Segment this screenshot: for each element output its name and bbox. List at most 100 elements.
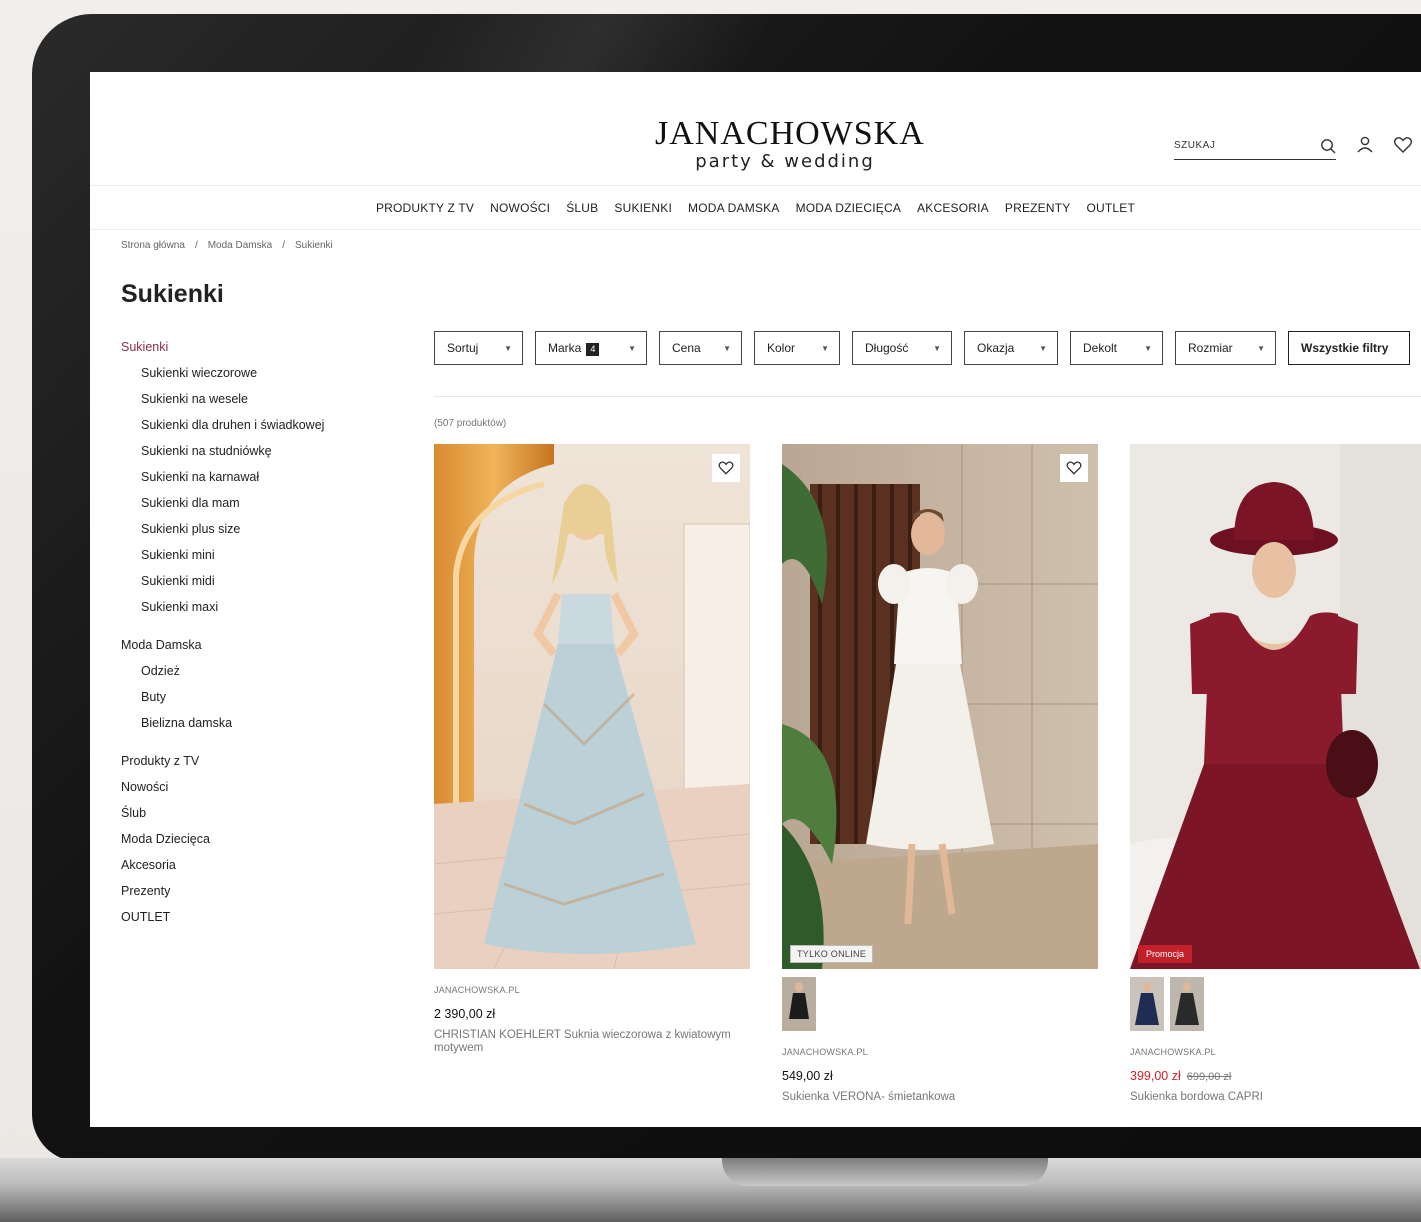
sidebar-item-moda-damska[interactable]: Moda Damska (121, 632, 381, 658)
product-brand: JANACHOWSKA.PL (1130, 1047, 1216, 1057)
product-photo-burgundy-dress (1130, 444, 1421, 969)
product-name[interactable]: CHRISTIAN KOEHLERT Suknia wieczorowa z k… (434, 1029, 750, 1055)
nav-slub[interactable]: ŚLUB (566, 201, 598, 215)
variant-navy-dress (1130, 977, 1164, 1031)
nav-moda-damska[interactable]: MODA DAMSKA (688, 201, 780, 215)
chevron-down-icon: ▼ (933, 343, 941, 353)
sale-price: 399,00 zł (1130, 1069, 1181, 1083)
product-price: 2 390,00 zł (434, 1007, 496, 1021)
filter-color[interactable]: Kolor ▼ (754, 331, 840, 365)
sidebar-item-sukienki-dla-druhen[interactable]: Sukienki dla druhen i świadkowej (121, 412, 381, 438)
sidebar-item-sukienki-wieczorowe[interactable]: Sukienki wieczorowe (121, 360, 381, 386)
chevron-down-icon: ▼ (723, 343, 731, 353)
wishlist-button[interactable] (1060, 454, 1088, 482)
search-icon[interactable] (1320, 138, 1336, 154)
filter-length[interactable]: Długość ▼ (852, 331, 952, 365)
wishlist-button[interactable] (712, 454, 740, 482)
filter-price[interactable]: Cena ▼ (659, 331, 742, 365)
user-icon[interactable] (1354, 134, 1376, 156)
filter-neckline[interactable]: Dekolt ▼ (1070, 331, 1163, 365)
variant-thumbnail[interactable] (1130, 977, 1164, 1031)
sidebar-item-sukienki[interactable]: Sukienki (121, 334, 381, 360)
product-card[interactable]: TYLKO ONLINE JANACHOWSKA.PL 549,00 zł Su… (782, 444, 1098, 1104)
all-filters-button[interactable]: Wszystkie filtry (1288, 331, 1410, 365)
breadcrumb: Strona główna / Moda Damska / Sukienki (121, 240, 333, 251)
filter-bar: Sortuj ▼ Marka 4 ▼ Cena ▼ Kolor ▼ Długość… (434, 331, 1410, 365)
breadcrumb-separator: / (194, 240, 198, 251)
color-variants (782, 977, 1098, 1031)
product-image[interactable]: TYLKO ONLINE (782, 444, 1098, 969)
sidebar-item-sukienki-mini[interactable]: Sukienki mini (121, 542, 381, 568)
filter-color-label: Kolor (767, 341, 796, 355)
sidebar-item-bielizna-damska[interactable]: Bielizna damska (121, 710, 381, 736)
variant-thumbnail[interactable] (782, 977, 816, 1031)
filter-size[interactable]: Rozmiar ▼ (1175, 331, 1276, 365)
sidebar-item-sukienki-na-studniowke[interactable]: Sukienki na studniówkę (121, 438, 381, 464)
sidebar-item-moda-dziecieca[interactable]: Moda Dziecięca (121, 826, 381, 852)
filter-brand[interactable]: Marka 4 ▼ (535, 331, 647, 365)
filter-brand-label: Marka 4 (548, 340, 600, 356)
nav-moda-dziecieca[interactable]: MODA DZIECIĘCA (796, 201, 901, 215)
heart-icon[interactable] (1392, 134, 1414, 156)
product-brand: JANACHOWSKA.PL (434, 985, 520, 995)
product-brand: JANACHOWSKA.PL (782, 1047, 868, 1057)
chevron-down-icon: ▼ (628, 343, 636, 353)
nav-prezenty[interactable]: PREZENTY (1005, 201, 1071, 215)
sidebar-item-sukienki-midi[interactable]: Sukienki midi (121, 568, 381, 594)
nav-produkty-z-tv[interactable]: PRODUKTY Z TV (376, 201, 474, 215)
nav-sukienki[interactable]: SUKIENKI (614, 201, 672, 215)
sidebar-item-odziez[interactable]: Odzież (121, 658, 381, 684)
sidebar-item-sukienki-plus-size[interactable]: Sukienki plus size (121, 516, 381, 542)
chevron-down-icon: ▼ (1144, 343, 1152, 353)
nav-akcesoria[interactable]: AKCESORIA (917, 201, 989, 215)
sidebar-item-prezenty[interactable]: Prezenty (121, 878, 381, 904)
laptop-notch (722, 1158, 1048, 1186)
site-logo[interactable]: JANACHOWSKA party & wedding (655, 116, 924, 172)
product-name[interactable]: Sukienka bordowa CAPRI (1130, 1091, 1421, 1104)
filter-size-label: Rozmiar (1188, 341, 1233, 355)
breadcrumb-home[interactable]: Strona główna (121, 240, 185, 251)
nav-outlet[interactable]: OUTLET (1086, 201, 1135, 215)
bezel-reflection (403, 14, 777, 72)
product-image[interactable] (434, 444, 750, 969)
filter-brand-count: 4 (586, 342, 600, 356)
promo-badge: Promocja (1138, 945, 1193, 963)
filter-sort-label: Sortuj (447, 341, 479, 355)
breadcrumb-separator: / (282, 240, 285, 251)
sidebar-item-sukienki-maxi[interactable]: Sukienki maxi (121, 594, 381, 620)
sidebar-item-sukienki-na-wesele[interactable]: Sukienki na wesele (121, 386, 381, 412)
nav-nowosci[interactable]: NOWOŚCI (490, 201, 550, 215)
online-only-badge: TYLKO ONLINE (790, 945, 874, 963)
sidebar-item-sukienki-dla-mam[interactable]: Sukienki dla mam (121, 490, 381, 516)
site-header: JANACHOWSKA party & wedding (90, 72, 1421, 186)
variant-dark-dress (1170, 977, 1204, 1031)
product-image[interactable]: Promocja (1130, 444, 1421, 969)
search-box (1174, 132, 1336, 160)
variant-thumbnail[interactable] (1170, 977, 1204, 1031)
product-price: 399,00 zł 699,00 zł (1130, 1069, 1421, 1083)
product-card[interactable]: JANACHOWSKA.PL 2 390,00 zł CHRISTIAN KOE… (434, 444, 750, 1055)
filter-sort[interactable]: Sortuj ▼ (434, 331, 523, 365)
filter-occasion[interactable]: Okazja ▼ (964, 331, 1058, 365)
chevron-down-icon: ▼ (504, 343, 512, 353)
filter-neckline-label: Dekolt (1083, 341, 1118, 355)
variant-black-dress (782, 977, 816, 1031)
sidebar-item-sukienki-na-karnawal[interactable]: Sukienki na karnawał (121, 464, 381, 490)
laptop-base (0, 1158, 1421, 1222)
sidebar-item-produkty-z-tv[interactable]: Produkty z TV (121, 748, 381, 774)
breadcrumb-moda-damska[interactable]: Moda Damska (208, 240, 272, 251)
browser-screen: JANACHOWSKA party & wedding PRODUKTY Z T… (90, 72, 1421, 1127)
product-photo-white-dress (782, 444, 1098, 969)
sidebar-item-nowosci[interactable]: Nowości (121, 774, 381, 800)
filter-brand-text: Marka (548, 340, 582, 355)
sidebar-item-slub[interactable]: Ślub (121, 800, 381, 826)
sidebar-item-outlet[interactable]: OUTLET (121, 904, 381, 930)
search-input[interactable] (1174, 140, 1294, 151)
page-title: Sukienki (121, 280, 224, 308)
sidebar-item-akcesoria[interactable]: Akcesoria (121, 852, 381, 878)
sidebar-item-buty[interactable]: Buty (121, 684, 381, 710)
category-sidebar: Sukienki Sukienki wieczorowe Sukienki na… (121, 334, 381, 930)
product-card[interactable]: Promocja JANACHOWSKA.PL 399,00 zł 699,00 … (1130, 444, 1421, 1104)
product-name[interactable]: Sukienka VERONA- śmietankowa (782, 1091, 1098, 1104)
